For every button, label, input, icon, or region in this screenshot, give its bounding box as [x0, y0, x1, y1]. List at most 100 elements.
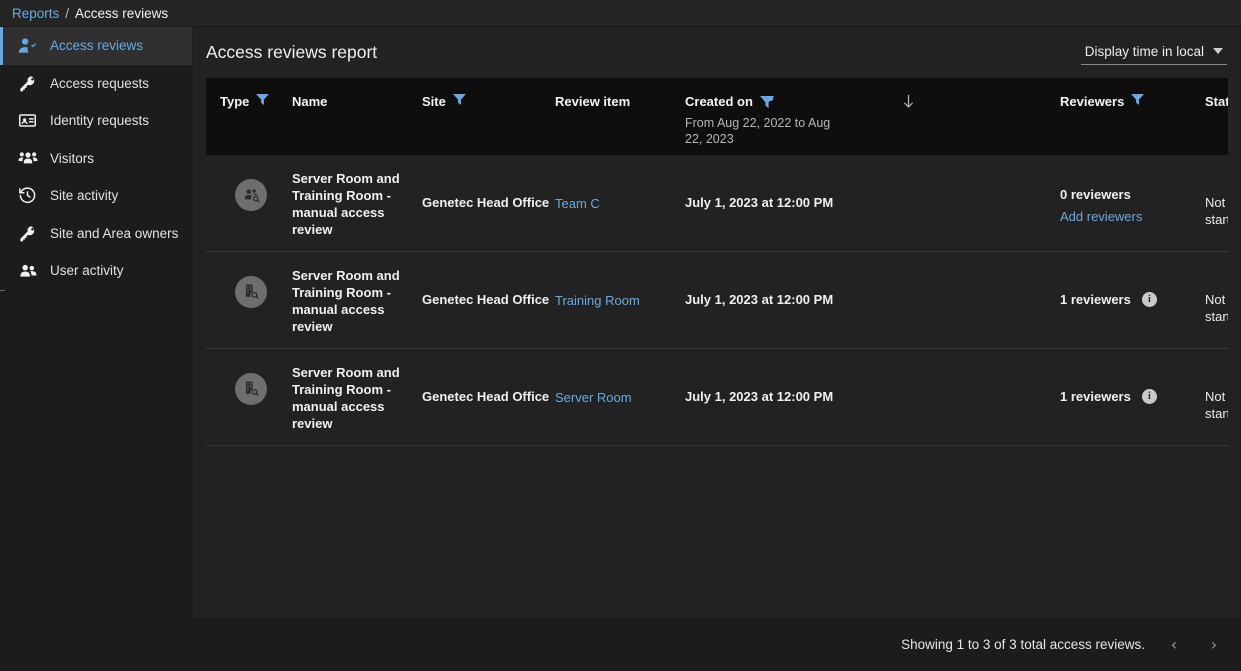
row-reviewers-cell: 1 reviewers i [1060, 266, 1205, 308]
row-review-item-link[interactable]: Team C [555, 196, 600, 211]
row-site: Genetec Head Office [422, 169, 555, 211]
sidebar-item-access-requests[interactable]: Access requests [0, 65, 192, 103]
row-name-cell: Server Room and Training Room - manual a… [292, 169, 422, 238]
column-label-type: Type [220, 94, 249, 109]
door-search-icon [235, 276, 267, 308]
column-header-sort[interactable] [900, 90, 1060, 109]
pagination-summary: Showing 1 to 3 of 3 total access reviews… [901, 637, 1145, 652]
next-page-button[interactable]: › [1203, 634, 1225, 656]
sidebar-item-label: Identity requests [50, 113, 149, 128]
sort-descending-arrow-icon[interactable] [902, 94, 915, 109]
id-card-icon [18, 111, 40, 130]
column-header-review-item[interactable]: Review item [555, 90, 685, 109]
filter-icon[interactable] [1131, 94, 1144, 105]
row-status-cell: Not started [1205, 169, 1228, 228]
status-badge: Not started [1205, 292, 1228, 324]
body-split: Access reviews Access requests [0, 27, 1241, 671]
door-search-icon [235, 373, 267, 405]
row-type-cell [206, 169, 292, 211]
sidebar-item-label: Access reviews [50, 38, 143, 53]
row-review-item-cell: Training Room [555, 266, 685, 309]
clock-history-icon [18, 186, 40, 205]
row-name: Server Room and Training Room - manual a… [292, 171, 400, 237]
filter-active-icon[interactable] [760, 96, 774, 108]
row-reviewers-cell: 1 reviewers i [1060, 363, 1205, 405]
group-search-icon [235, 179, 267, 211]
row-review-item-link[interactable]: Training Room [555, 293, 640, 308]
column-header-type[interactable]: Type [206, 90, 292, 109]
table-body: Server Room and Training Room - manual a… [206, 155, 1228, 618]
row-reviewers-count: 1 reviewers [1060, 388, 1131, 405]
sidebar-item-identity-requests[interactable]: Identity requests [0, 102, 192, 140]
sidebar-item-label: Site activity [50, 188, 118, 203]
access-reviews-table: Type Name Site Review item [206, 78, 1228, 618]
row-type-cell [206, 363, 292, 405]
table-row[interactable]: Server Room and Training Room - manual a… [206, 155, 1228, 252]
row-sort-spacer [900, 266, 1060, 268]
row-reviewers-count-wrap: 1 reviewers i [1060, 388, 1205, 405]
page-title: Access reviews report [206, 42, 377, 63]
sidebar-item-site-and-area-owners[interactable]: Site and Area owners [0, 215, 192, 253]
status-badge: Not started [1205, 389, 1228, 421]
chevron-down-icon [1213, 48, 1223, 54]
column-header-site[interactable]: Site [422, 90, 555, 109]
two-people-icon [18, 261, 40, 281]
row-review-item-link[interactable]: Server Room [555, 390, 632, 405]
breadcrumb-link-reports[interactable]: Reports [12, 6, 59, 21]
row-name: Server Room and Training Room - manual a… [292, 365, 400, 431]
column-header-created-on[interactable]: Created on From Aug 22, 2022 to Aug 22, … [685, 90, 900, 147]
sidebar-item-site-activity[interactable]: Site activity [0, 177, 192, 215]
column-header-reviewers[interactable]: Reviewers [1060, 90, 1205, 109]
add-reviewers-link[interactable]: Add reviewers [1060, 208, 1142, 225]
row-status-cell: Not started [1205, 266, 1228, 325]
timezone-dropdown[interactable]: Display time in local [1081, 41, 1227, 65]
breadcrumb-separator: / [65, 6, 69, 21]
row-site: Genetec Head Office [422, 266, 555, 308]
row-name: Server Room and Training Room - manual a… [292, 268, 400, 334]
column-header-status[interactable]: Status [1205, 90, 1228, 109]
breadcrumb-current: Access reviews [75, 6, 168, 21]
row-review-item-cell: Server Room [555, 363, 685, 406]
main-header: Access reviews report Display time in lo… [193, 27, 1241, 78]
row-type-cell [206, 266, 292, 308]
row-sort-spacer [900, 363, 1060, 365]
row-reviewers-cell: 0 reviewers Add reviewers [1060, 169, 1205, 225]
table-row[interactable]: Server Room and Training Room - manual a… [206, 252, 1228, 349]
filter-icon[interactable] [453, 94, 466, 105]
column-label-name: Name [292, 94, 327, 109]
sidebar-item-label: User activity [50, 263, 124, 278]
row-site: Genetec Head Office [422, 363, 555, 405]
previous-page-button[interactable]: ‹ [1163, 634, 1185, 656]
row-reviewers-count-wrap: 1 reviewers i [1060, 291, 1205, 308]
row-created-on: July 1, 2023 at 12:00 PM [685, 363, 900, 405]
row-reviewers-count: 0 reviewers [1060, 186, 1131, 203]
status-badge: Not started [1205, 195, 1228, 227]
filter-icon[interactable] [256, 94, 269, 105]
table-row[interactable]: Server Room and Training Room - manual a… [206, 349, 1228, 446]
sidebar-item-label: Site and Area owners [50, 226, 178, 241]
info-icon[interactable]: i [1142, 389, 1157, 404]
main-panel: Access reviews report Display time in lo… [193, 27, 1241, 671]
table-header-row: Type Name Site Review item [206, 78, 1228, 155]
sidebar-item-visitors[interactable]: Visitors [0, 140, 192, 178]
sidebar-item-label: Access requests [50, 76, 149, 91]
people-group-icon [18, 148, 40, 168]
sidebar: Access reviews Access requests [0, 27, 193, 671]
column-label-review-item: Review item [555, 94, 630, 109]
sidebar-item-user-activity[interactable]: User activity [0, 252, 192, 290]
sidebar-item-access-reviews[interactable]: Access reviews [0, 27, 192, 65]
info-icon[interactable]: i [1142, 292, 1157, 307]
key-icon [18, 224, 40, 243]
row-reviewers-count: 1 reviewers [1060, 291, 1131, 308]
column-label-site: Site [422, 94, 446, 109]
row-created-on: July 1, 2023 at 12:00 PM [685, 266, 900, 308]
column-label-status: Status [1205, 94, 1228, 109]
column-label-created-on: Created on [685, 94, 753, 109]
row-status-cell: Not started [1205, 363, 1228, 422]
column-header-name[interactable]: Name [292, 90, 422, 109]
breadcrumb: Reports / Access reviews [0, 0, 1241, 27]
app-root: Reports / Access reviews Access reviews [0, 0, 1241, 671]
timezone-dropdown-label: Display time in local [1085, 44, 1204, 59]
sidebar-item-label: Visitors [50, 151, 94, 166]
row-review-item-cell: Team C [555, 169, 685, 212]
